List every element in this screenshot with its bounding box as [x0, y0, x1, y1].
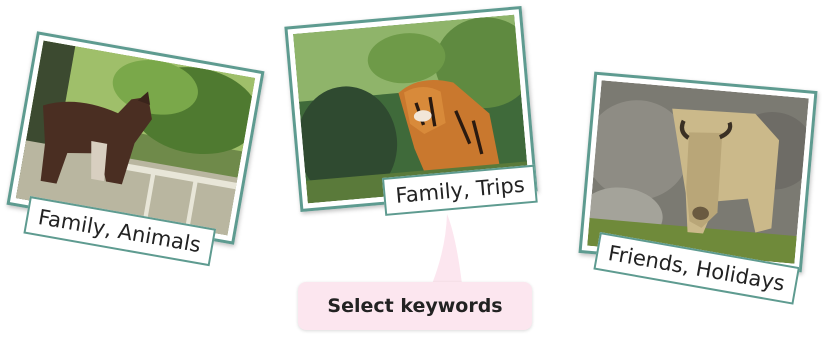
keyword-label-text: Family, Trips	[394, 172, 526, 208]
keyword-tagging-scene: Family, Animals Family, Trips Friends, H…	[0, 0, 822, 337]
callout-text: Select keywords	[327, 295, 503, 317]
select-keywords-callout: Select keywords	[298, 282, 532, 330]
